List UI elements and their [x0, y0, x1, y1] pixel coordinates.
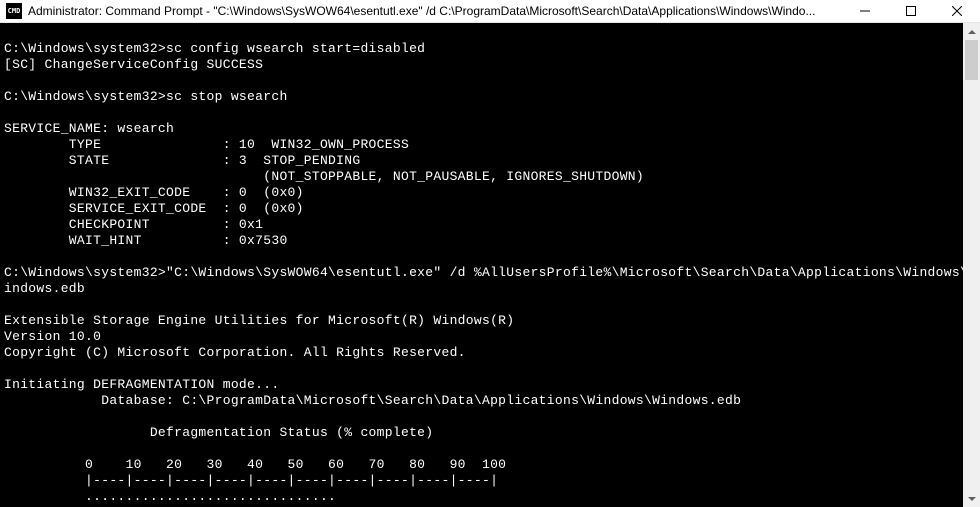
scroll-down-button[interactable]	[963, 490, 980, 507]
maximize-button[interactable]	[888, 0, 934, 22]
scroll-thumb[interactable]	[965, 40, 978, 80]
command-prompt-window: CMD Administrator: Command Prompt - "C:\…	[0, 0, 980, 507]
minimize-button[interactable]	[842, 0, 888, 22]
close-button[interactable]	[934, 0, 980, 22]
chevron-up-icon	[968, 30, 976, 34]
titlebar[interactable]: CMD Administrator: Command Prompt - "C:\…	[0, 0, 980, 23]
console-area: C:\Windows\system32>sc config wsearch st…	[0, 23, 980, 507]
scroll-up-button[interactable]	[963, 23, 980, 40]
window-controls	[842, 0, 980, 22]
close-icon	[952, 6, 962, 16]
scroll-track[interactable]	[963, 40, 980, 490]
minimize-icon	[860, 6, 870, 16]
chevron-down-icon	[968, 497, 976, 501]
maximize-icon	[906, 6, 916, 16]
console-output[interactable]: C:\Windows\system32>sc config wsearch st…	[0, 23, 963, 507]
window-title: Administrator: Command Prompt - "C:\Wind…	[28, 4, 842, 18]
vertical-scrollbar[interactable]	[963, 23, 980, 507]
cmd-icon: CMD	[6, 3, 22, 19]
